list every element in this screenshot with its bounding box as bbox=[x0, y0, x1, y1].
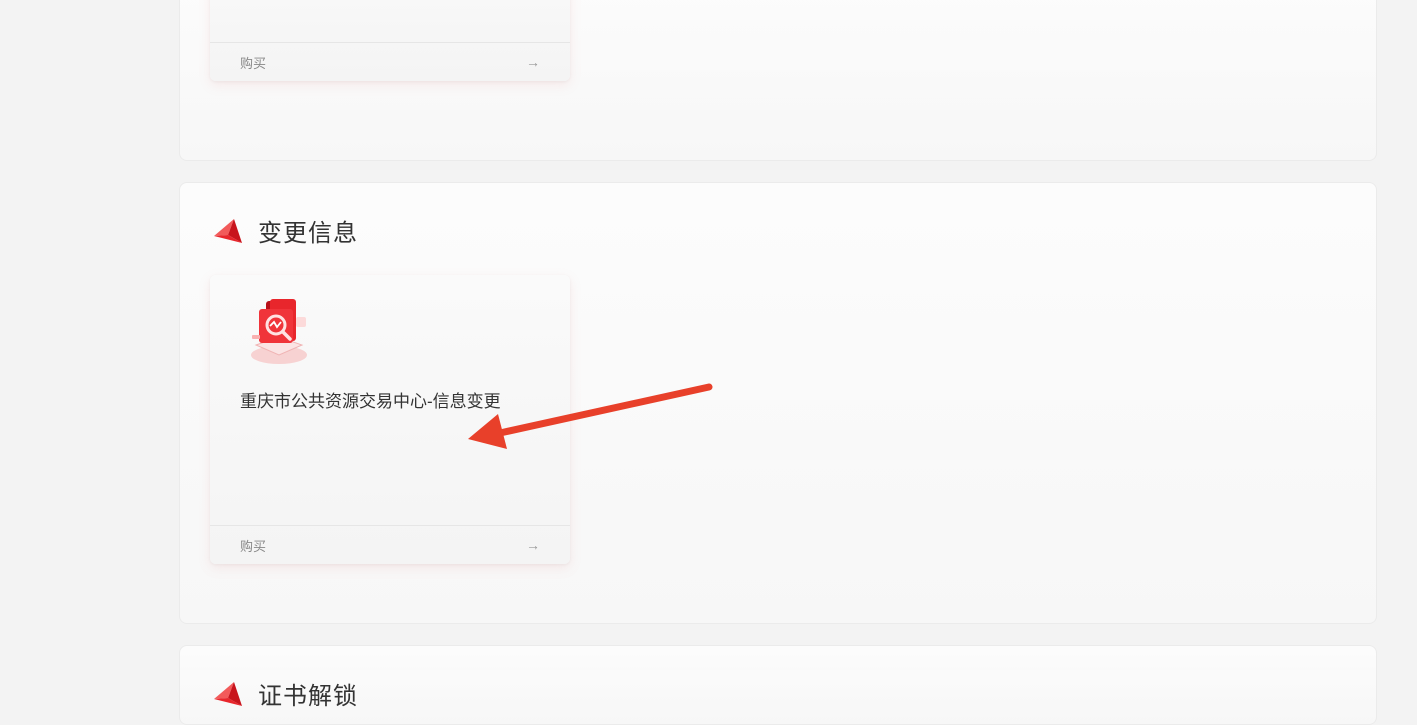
product-section-top: 购买 → bbox=[179, 0, 1377, 161]
product-section-cert-unlock: 证书解锁 bbox=[179, 645, 1377, 725]
arrow-right-icon[interactable]: → bbox=[526, 538, 540, 552]
section-title: 证书解锁 bbox=[258, 683, 358, 710]
product-card[interactable]: 重庆市公共资源交易中心-信息变更 购买 → bbox=[210, 275, 570, 564]
product-card[interactable]: 购买 → bbox=[210, 0, 570, 81]
buy-label[interactable]: 购买 bbox=[240, 53, 266, 72]
buy-label[interactable]: 购买 bbox=[240, 536, 266, 555]
red-pyramid-icon bbox=[214, 218, 242, 243]
section-title: 变更信息 bbox=[258, 220, 358, 247]
section-header: 证书解锁 bbox=[212, 676, 358, 711]
buy-row[interactable]: 购买 → bbox=[210, 525, 570, 564]
book-search-icon bbox=[251, 299, 307, 364]
red-pyramid-icon bbox=[214, 681, 242, 706]
product-section-change-info: 变更信息 重庆市公共资源交易中心-信息变更 购买 → bbox=[179, 182, 1377, 624]
section-header: 变更信息 bbox=[212, 213, 358, 248]
buy-row[interactable]: 购买 → bbox=[210, 42, 570, 81]
product-name[interactable]: 重庆市公共资源交易中心-信息变更 bbox=[240, 387, 501, 412]
arrow-right-icon[interactable]: → bbox=[526, 55, 540, 69]
